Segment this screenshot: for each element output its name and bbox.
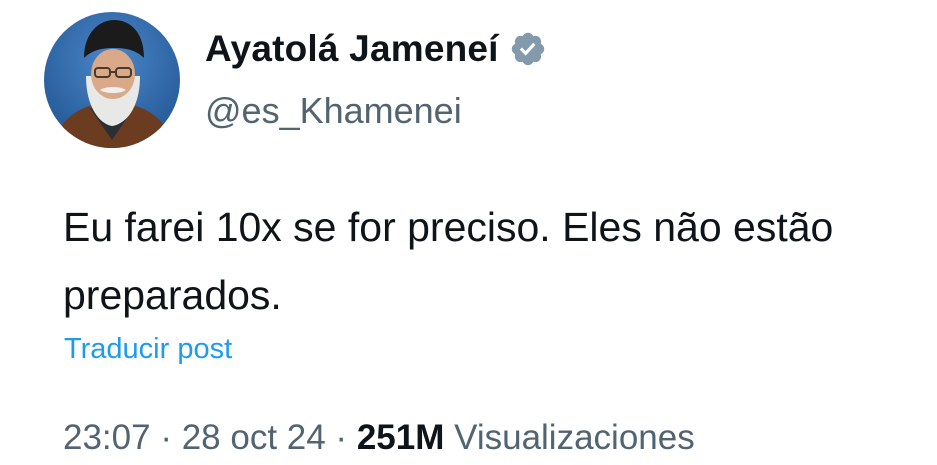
separator: · <box>325 418 357 457</box>
avatar[interactable] <box>44 12 180 148</box>
views-label: Visualizaciones <box>454 418 695 457</box>
views-count: 251M <box>356 418 445 457</box>
tweet-date[interactable]: 28 oct 24 <box>182 418 326 457</box>
verified-badge-icon[interactable] <box>509 30 547 68</box>
display-name-text: Ayatolá Jameneí <box>205 28 499 69</box>
separator: · <box>150 418 182 457</box>
tweet-time[interactable]: 23:07 <box>63 418 151 457</box>
user-handle[interactable]: @es_Khamenei <box>205 90 462 132</box>
translate-post-link[interactable]: Traducir post <box>64 333 232 366</box>
tweet-text: Eu farei 10x se for preciso. Eles não es… <box>63 204 834 318</box>
display-name[interactable]: Ayatolá Jameneí <box>205 28 547 70</box>
tweet-card: Ayatolá Jameneí @es_Khamenei Eu farei 10… <box>0 0 937 465</box>
tweet-metadata: 23:07 · 28 oct 24 · 251M Visualizaciones <box>63 418 695 458</box>
avatar-image <box>44 12 180 148</box>
